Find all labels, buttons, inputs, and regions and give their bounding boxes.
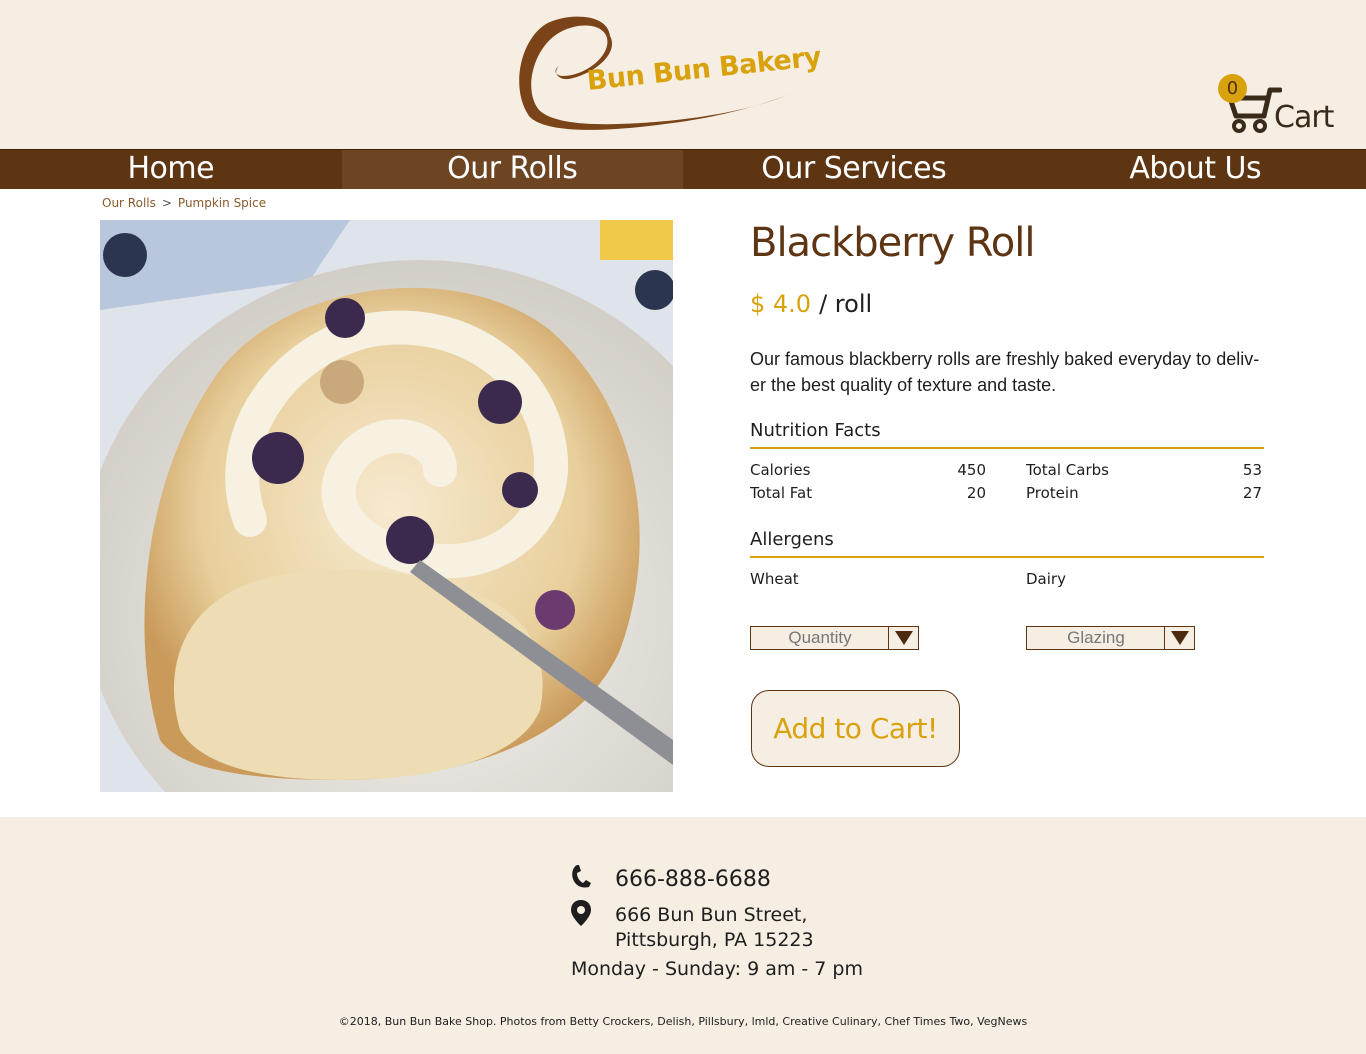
glazing-select-label: Glazing <box>1067 628 1125 647</box>
nutrition-label: Calories <box>750 461 811 479</box>
price-amount: $ 4.0 <box>750 290 812 318</box>
nutrition-label: Total Carbs <box>1026 461 1109 479</box>
nutrition-value: 450 <box>957 461 986 479</box>
chevron-down-icon[interactable] <box>1164 627 1194 649</box>
footer-hours: Monday - Sunday: 9 am - 7 pm <box>571 958 864 980</box>
allergen-item: Wheat <box>750 570 799 588</box>
nav-item-home[interactable]: Home <box>0 150 342 189</box>
main-nav: Home Our Rolls Our Services About Us <box>0 149 1366 189</box>
product-title: Blackberry Roll <box>750 220 1035 266</box>
add-to-cart-button[interactable]: Add to Cart! <box>751 690 960 767</box>
product-description: Our famous blackberry rolls are freshly … <box>750 346 1264 398</box>
allergen-item: Dairy <box>1026 570 1066 588</box>
site-header: Bun Bun Bakery 0 Cart <box>0 0 1366 149</box>
nav-item-about-us[interactable]: About Us <box>1025 150 1366 189</box>
glazing-select[interactable]: Glazing <box>1026 626 1195 650</box>
breadcrumb-parent-link[interactable]: Our Rolls <box>102 196 156 210</box>
nav-item-our-rolls[interactable]: Our Rolls <box>341 150 683 189</box>
footer-phone[interactable]: 666-888-6688 <box>615 867 771 892</box>
nav-item-our-services[interactable]: Our Services <box>683 150 1025 189</box>
product-description-line-2: er the best quality of texture and taste… <box>750 375 1057 395</box>
nutrition-label: Total Fat <box>750 484 813 502</box>
chevron-down-icon[interactable] <box>888 627 918 649</box>
nutrition-value: 20 <box>966 484 986 502</box>
product-price: $ 4.0/ roll <box>750 290 872 318</box>
nutrition-facts-left: Calories 450 Total Fat 20 <box>750 459 986 505</box>
footer-address-line-2: Pittsburgh, PA 15223 <box>615 929 814 951</box>
breadcrumb-current: Pumpkin Spice <box>177 196 267 210</box>
cart-label: Cart <box>1274 100 1334 135</box>
site-footer: 666-888-6688 666 Bun Bun Street, Pittsbu… <box>0 817 1366 1054</box>
breadcrumb: Our Rolls > Pumpkin Spice <box>102 196 266 210</box>
phone-icon <box>572 865 591 888</box>
location-pin-icon <box>571 900 591 926</box>
nutrition-heading: Nutrition Facts <box>750 420 1264 449</box>
quantity-select[interactable]: Quantity <box>750 626 919 650</box>
blackberry-roll-photo <box>100 220 673 792</box>
footer-copyright: ©2018, Bun Bun Bake Shop. Photos from Be… <box>338 1015 1028 1028</box>
product-image <box>100 220 673 792</box>
product-description-line-1: Our famous blackberry rolls are freshly … <box>750 349 1260 369</box>
cart-button[interactable]: 0 Cart <box>1218 74 1338 140</box>
nutrition-row: Total Carbs 53 <box>1026 459 1262 482</box>
cart-count-badge: 0 <box>1218 74 1247 103</box>
bakery-logo[interactable]: Bun Bun Bakery <box>515 14 822 136</box>
nutrition-value: 53 <box>1242 461 1262 479</box>
nutrition-row: Calories 450 <box>750 459 986 482</box>
allergens-heading: Allergens <box>750 529 1264 558</box>
nutrition-facts-right: Total Carbs 53 Protein 27 <box>1026 459 1262 505</box>
price-unit: / roll <box>819 290 873 318</box>
breadcrumb-separator: > <box>161 196 172 210</box>
footer-address-line-1: 666 Bun Bun Street, <box>615 904 808 926</box>
nutrition-label: Protein <box>1026 484 1079 502</box>
nutrition-row: Total Fat 20 <box>750 482 986 505</box>
quantity-select-label: Quantity <box>788 628 852 647</box>
nutrition-row: Protein 27 <box>1026 482 1262 505</box>
nutrition-value: 27 <box>1242 484 1262 502</box>
